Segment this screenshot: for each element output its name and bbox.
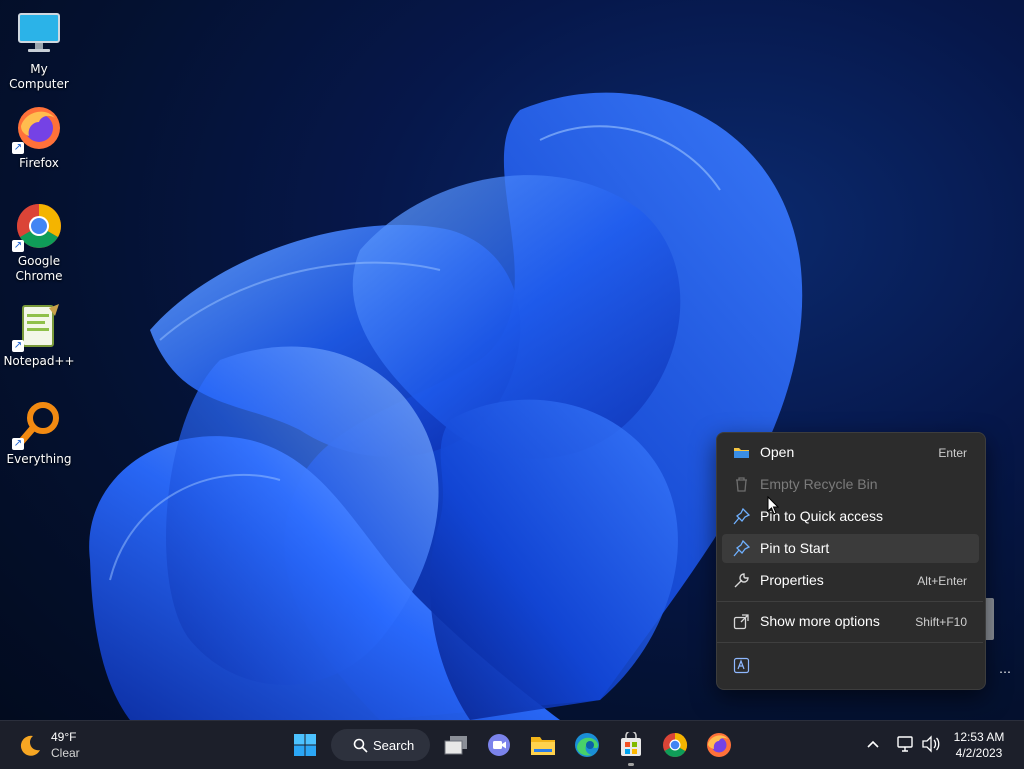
chrome-icon	[663, 733, 688, 758]
teams-chat-icon	[488, 734, 510, 756]
wrench-icon	[734, 573, 749, 588]
menu-item-label: Open	[760, 444, 795, 460]
edge-button[interactable]	[571, 729, 603, 761]
menu-item-label: Properties	[760, 572, 824, 588]
weather-temperature: 49°F	[51, 730, 77, 744]
network-button[interactable]	[896, 735, 916, 753]
taskbar-search-button[interactable]: Search	[331, 729, 430, 761]
context-menu: Open Enter Empty Recycle Bin Pin to Quic…	[716, 432, 986, 690]
weather-condition: Clear	[51, 746, 80, 760]
weather-widget[interactable]: 49°F Clear	[14, 727, 114, 763]
desktop-icon-label: My Computer	[9, 62, 69, 91]
desktop-icon-label: Firefox	[19, 156, 59, 170]
menu-separator	[717, 601, 983, 602]
desktop-icon-label: Google Chrome	[15, 254, 63, 283]
clock-date: 4/2/2023	[955, 746, 1003, 760]
more-overflow-icon: …	[999, 662, 1011, 676]
desktop-icon-my-computer[interactable]: My Computer	[0, 10, 78, 92]
desktop-icon-google-chrome[interactable]: ↗ Google Chrome	[0, 202, 78, 284]
moon-icon	[20, 735, 40, 756]
menu-item-shortcut: Alt+Enter	[917, 574, 967, 588]
everything-search-icon: ↗	[12, 400, 63, 450]
chrome-icon: ↗	[12, 202, 63, 252]
menu-item-shortcut: Shift+F10	[915, 615, 967, 629]
menu-item-pin-to-start[interactable]: Pin to Start	[722, 534, 979, 563]
tray-overflow-button[interactable]	[864, 735, 882, 753]
file-explorer-button[interactable]	[527, 729, 559, 761]
pin-icon	[733, 508, 750, 525]
external-options-icon	[733, 614, 749, 630]
file-explorer-icon	[531, 737, 555, 755]
firefox-taskbar-button[interactable]	[703, 729, 735, 761]
network-icon	[897, 736, 913, 752]
volume-button[interactable]	[921, 735, 941, 753]
folder-icon	[734, 448, 749, 458]
edge-icon	[575, 733, 599, 757]
firefox-icon: ↗	[12, 104, 63, 154]
chevron-up-icon	[867, 740, 879, 748]
menu-item-pin-quick-access[interactable]: Pin to Quick access	[722, 502, 979, 531]
teams-chat-button[interactable]	[483, 729, 515, 761]
active-app-indicator	[628, 763, 634, 766]
monitor-icon	[15, 10, 63, 58]
firefox-icon	[707, 733, 731, 757]
menu-item-open[interactable]: Open Enter	[722, 438, 979, 467]
menu-item-label: Pin to Start	[760, 540, 830, 556]
text-edit-icon[interactable]	[733, 657, 750, 674]
menu-item-show-more-options[interactable]: Show more options Shift+F10	[722, 607, 979, 636]
menu-item-properties[interactable]: Properties Alt+Enter	[722, 566, 979, 595]
shortcut-arrow-icon: ↗	[12, 142, 24, 154]
task-view-icon	[444, 736, 467, 755]
microsoft-store-button[interactable]	[615, 729, 647, 761]
search-label: Search	[373, 738, 415, 753]
search-icon	[353, 738, 368, 753]
shortcut-arrow-icon: ↗	[12, 438, 24, 450]
taskbar: 49°F Clear Search 12:53 AM 4/2/2023	[0, 720, 1024, 769]
desktop-icon-notepadpp[interactable]: ↗ Notepad++	[0, 302, 78, 369]
notepadpp-icon: ↗	[12, 302, 63, 352]
menu-item-empty-recycle-bin[interactable]: Empty Recycle Bin	[722, 470, 979, 499]
windows-start-icon	[294, 734, 316, 756]
menu-item-shortcut: Enter	[938, 446, 967, 460]
desktop-icon-everything[interactable]: ↗ Everything	[0, 400, 78, 467]
shortcut-arrow-icon: ↗	[12, 340, 24, 352]
pin-icon	[733, 540, 750, 557]
clock-time: 12:53 AM	[953, 730, 1005, 744]
menu-item-label: Show more options	[760, 613, 880, 629]
task-view-button[interactable]	[440, 729, 472, 761]
menu-item-label: Empty Recycle Bin	[760, 476, 878, 492]
desktop-icon-firefox[interactable]: ↗ Firefox	[0, 104, 78, 171]
desktop-icon-label: Everything	[6, 452, 72, 466]
trash-icon	[736, 477, 747, 492]
volume-icon	[922, 735, 940, 753]
clock-button[interactable]: 12:53 AM 4/2/2023	[944, 727, 1014, 763]
menu-separator	[717, 642, 983, 643]
chrome-taskbar-button[interactable]	[659, 729, 691, 761]
shortcut-arrow-icon: ↗	[12, 240, 24, 252]
mouse-cursor-icon	[767, 496, 779, 515]
start-button[interactable]	[289, 729, 321, 761]
store-icon	[621, 732, 641, 756]
desktop-icon-label: Notepad++	[3, 354, 75, 368]
